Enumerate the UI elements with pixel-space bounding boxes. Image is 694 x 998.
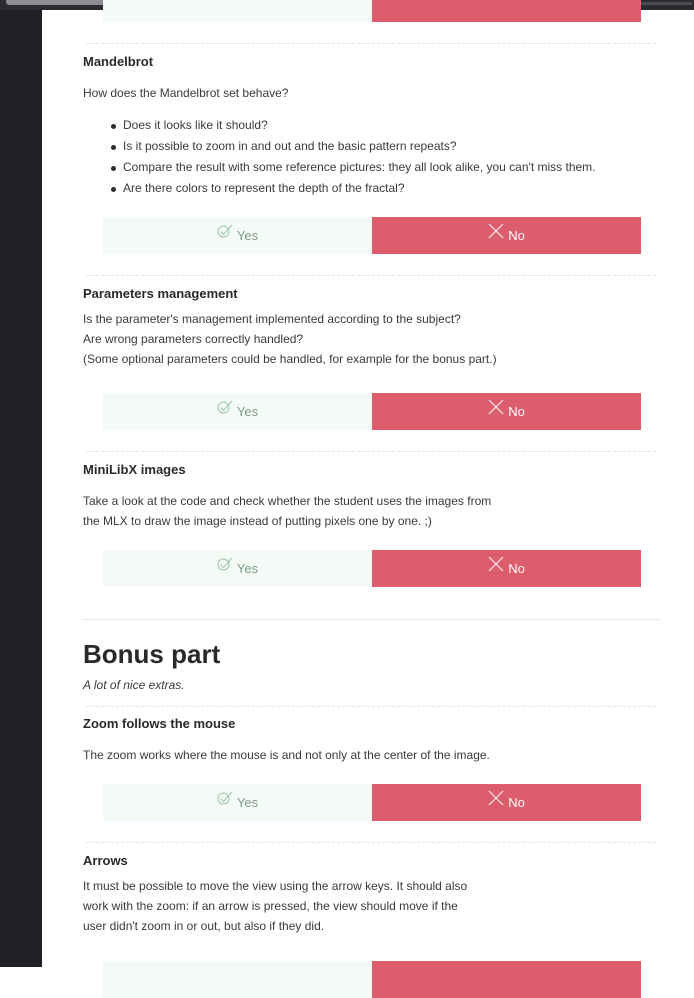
- bonus-section-subtitle: A lot of nice extras.: [83, 678, 185, 692]
- question-text: the MLX to draw the image instead of put…: [83, 514, 432, 528]
- list-item: Does it looks like it should?: [83, 115, 643, 136]
- sidebar: [0, 0, 42, 967]
- question-arrows: Arrows It must be possible to move the v…: [83, 853, 643, 936]
- yes-button[interactable]: Yes: [103, 784, 372, 821]
- no-button[interactable]: No: [372, 784, 641, 821]
- question-text: Take a look at the code and check whethe…: [83, 494, 492, 508]
- no-label: No: [508, 561, 525, 576]
- yes-button[interactable]: Yes: [103, 550, 372, 587]
- no-label: No: [508, 228, 525, 243]
- yes-label: Yes: [236, 795, 259, 810]
- question-text: Are wrong parameters correctly handled?: [83, 332, 304, 346]
- question-parameters-management: Parameters management Is the parameter's…: [83, 286, 643, 369]
- yes-label: Yes: [236, 404, 259, 419]
- list-item: Compare the result with some reference p…: [83, 157, 643, 178]
- question-title: Parameters management: [83, 286, 238, 301]
- question-text: work with the zoom: if an arrow is press…: [83, 899, 458, 913]
- yes-label: Yes: [236, 228, 259, 243]
- zoom-answer-buttons: Yes No: [103, 784, 641, 821]
- question-text: How does the Mandelbrot set behave?: [83, 86, 289, 100]
- question-zoom-follows-mouse: Zoom follows the mouse The zoom works wh…: [83, 716, 643, 765]
- mandelbrot-answer-buttons: Yes No: [103, 217, 641, 254]
- previous-answer-buttons: [103, 0, 641, 22]
- section-divider: [83, 619, 660, 620]
- question-title: Mandelbrot: [83, 54, 154, 69]
- parameters-answer-buttons: Yes No: [103, 393, 641, 430]
- question-text: The zoom works where the mouse is and no…: [83, 748, 490, 762]
- question-text: (Some optional parameters could be handl…: [83, 352, 497, 366]
- no-label: No: [508, 795, 525, 810]
- yes-button[interactable]: [103, 0, 372, 22]
- question-text: It must be possible to move the view usi…: [83, 879, 468, 893]
- question-minilibx-images: MiniLibX images Take a look at the code …: [83, 462, 643, 531]
- yes-button[interactable]: Yes: [103, 217, 372, 254]
- divider: [86, 43, 656, 44]
- close-icon: [488, 399, 504, 418]
- list-item: Is it possible to zoom in and out and th…: [83, 136, 643, 157]
- question-title: Zoom follows the mouse: [83, 716, 236, 731]
- check-icon: [217, 791, 233, 808]
- question-title: MiniLibX images: [83, 462, 186, 477]
- check-icon: [217, 224, 233, 241]
- divider: [86, 451, 656, 452]
- bonus-section-title: Bonus part: [83, 639, 221, 669]
- question-text: user didn't zoom in or out, but also if …: [83, 919, 325, 933]
- list-item: Are there colors to represent the depth …: [83, 178, 643, 199]
- divider: [86, 706, 656, 707]
- question-title: Arrows: [83, 853, 128, 868]
- divider: [86, 842, 656, 843]
- check-icon: [217, 400, 233, 417]
- divider: [86, 275, 656, 276]
- close-icon: [488, 223, 504, 242]
- question-bullets: Does it looks like it should? Is it poss…: [83, 115, 643, 199]
- close-icon: [488, 790, 504, 809]
- question-text: Is the parameter's management implemente…: [83, 312, 461, 326]
- check-icon: [217, 557, 233, 574]
- no-button[interactable]: [372, 0, 641, 22]
- no-button[interactable]: No: [372, 393, 641, 430]
- yes-label: Yes: [236, 561, 259, 576]
- no-label: No: [508, 404, 525, 419]
- no-button[interactable]: No: [372, 550, 641, 587]
- close-icon: [488, 556, 504, 575]
- question-mandelbrot: Mandelbrot How does the Mandelbrot set b…: [83, 54, 643, 199]
- minilibx-answer-buttons: Yes No: [103, 550, 641, 587]
- yes-button[interactable]: Yes: [103, 393, 372, 430]
- evaluation-content: Mandelbrot How does the Mandelbrot set b…: [42, 0, 694, 998]
- no-button[interactable]: No: [372, 217, 641, 254]
